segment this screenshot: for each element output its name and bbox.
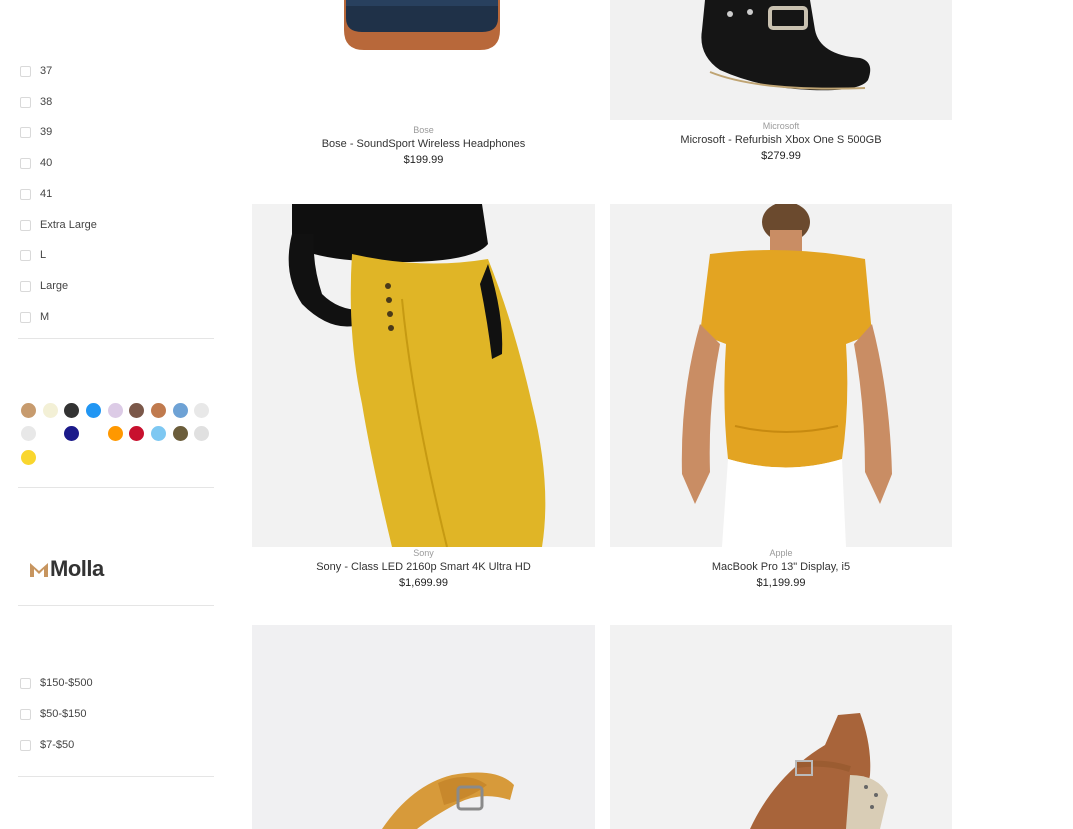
size-checkbox[interactable] bbox=[20, 65, 31, 77]
size-option[interactable]: 41 bbox=[20, 184, 52, 204]
color-swatch[interactable] bbox=[21, 426, 36, 441]
color-swatch[interactable] bbox=[64, 403, 79, 418]
size-checkbox[interactable] bbox=[20, 249, 31, 261]
brand-filter-logo[interactable]: Molla bbox=[30, 556, 104, 582]
size-option[interactable]: 40 bbox=[20, 153, 52, 173]
price-checkbox[interactable] bbox=[20, 677, 31, 689]
size-label: 38 bbox=[40, 96, 53, 108]
size-label: Extra Large bbox=[40, 219, 97, 231]
product-card[interactable]: Bose Bose - SoundSport Wireless Headphon… bbox=[252, 0, 595, 180]
divider bbox=[18, 338, 214, 339]
product-meta: Bose Bose - SoundSport Wireless Headphon… bbox=[252, 124, 595, 168]
size-checkbox[interactable] bbox=[20, 126, 31, 138]
color-swatch[interactable] bbox=[108, 403, 123, 418]
color-swatch[interactable] bbox=[43, 426, 58, 441]
size-option[interactable]: Large bbox=[20, 276, 68, 296]
color-swatch[interactable] bbox=[173, 403, 188, 418]
product-title[interactable]: MacBook Pro 13" Display, i5 bbox=[610, 559, 952, 575]
price-range-option[interactable]: $150-$500 bbox=[20, 673, 93, 693]
product-title[interactable]: Bose - SoundSport Wireless Headphones bbox=[252, 136, 595, 152]
divider bbox=[18, 487, 214, 488]
size-checkbox[interactable] bbox=[20, 157, 31, 169]
product-brand[interactable]: Bose bbox=[252, 124, 595, 136]
color-swatch[interactable] bbox=[108, 426, 123, 441]
product-image[interactable] bbox=[252, 204, 595, 547]
product-brand[interactable]: Microsoft bbox=[610, 120, 952, 132]
product-brand[interactable]: Apple bbox=[610, 547, 952, 559]
price-checkbox[interactable] bbox=[20, 739, 31, 751]
product-image[interactable] bbox=[252, 625, 595, 829]
product-meta: Microsoft Microsoft - Refurbish Xbox One… bbox=[610, 120, 952, 164]
size-option[interactable]: L bbox=[20, 245, 46, 265]
price-range-label: $50-$150 bbox=[40, 708, 87, 720]
size-checkbox[interactable] bbox=[20, 96, 31, 108]
product-card[interactable]: Sony Sony - Class LED 2160p Smart 4K Ult… bbox=[252, 204, 595, 604]
price-range-option[interactable]: $50-$150 bbox=[20, 704, 87, 724]
color-swatch[interactable] bbox=[43, 403, 58, 418]
size-label: 40 bbox=[40, 157, 53, 169]
product-price: $199.99 bbox=[403, 154, 444, 166]
color-swatch[interactable] bbox=[129, 403, 144, 418]
color-swatch[interactable] bbox=[64, 426, 79, 441]
molla-logo-icon bbox=[30, 563, 48, 577]
divider bbox=[18, 605, 214, 606]
product-image[interactable] bbox=[610, 625, 952, 829]
size-option[interactable]: 37 bbox=[20, 61, 52, 81]
product-image[interactable] bbox=[252, 0, 595, 120]
product-price: $1,699.99 bbox=[399, 577, 448, 589]
product-price: $279.99 bbox=[761, 150, 801, 162]
divider bbox=[18, 776, 214, 777]
color-swatch[interactable] bbox=[151, 426, 166, 441]
color-swatch[interactable] bbox=[173, 426, 188, 441]
price-range-label: $150-$500 bbox=[40, 677, 93, 689]
size-option[interactable]: 38 bbox=[20, 92, 52, 112]
product-title[interactable]: Microsoft - Refurbish Xbox One S 500GB bbox=[610, 132, 952, 148]
color-swatch[interactable] bbox=[194, 403, 209, 418]
color-swatch[interactable] bbox=[86, 426, 101, 441]
product-brand[interactable]: Sony bbox=[252, 547, 595, 559]
product-image[interactable] bbox=[610, 204, 952, 547]
filter-sidebar: 37 38 39 40 41 Extra Large L Large M Mol… bbox=[0, 0, 230, 829]
product-card[interactable]: Apple MacBook Pro 13" Display, i5 $1,199… bbox=[610, 204, 953, 604]
size-checkbox[interactable] bbox=[20, 311, 31, 323]
size-label: L bbox=[40, 249, 47, 261]
color-swatch[interactable] bbox=[86, 403, 101, 418]
size-option[interactable]: M bbox=[20, 307, 49, 327]
size-label: Large bbox=[40, 280, 69, 292]
size-filter-list: 37 38 39 40 41 Extra Large L Large M bbox=[18, 0, 214, 338]
size-label: M bbox=[40, 311, 50, 323]
brand-logo-text: Molla bbox=[50, 556, 104, 581]
color-swatch[interactable] bbox=[194, 426, 209, 441]
product-meta: Sony Sony - Class LED 2160p Smart 4K Ult… bbox=[252, 547, 595, 591]
product-meta: Apple MacBook Pro 13" Display, i5 $1,199… bbox=[610, 547, 952, 591]
price-checkbox[interactable] bbox=[20, 708, 31, 720]
size-checkbox[interactable] bbox=[20, 280, 31, 292]
size-label: 41 bbox=[40, 188, 53, 200]
price-range-option[interactable]: $7-$50 bbox=[20, 735, 74, 755]
product-card[interactable]: Microsoft Microsoft - Refurbish Xbox One… bbox=[610, 0, 953, 180]
color-swatch[interactable] bbox=[151, 403, 166, 418]
size-checkbox[interactable] bbox=[20, 188, 31, 200]
color-swatch[interactable] bbox=[21, 403, 36, 418]
color-swatch[interactable] bbox=[129, 426, 144, 441]
size-option[interactable]: Extra Large bbox=[20, 215, 97, 235]
size-label: 39 bbox=[40, 126, 53, 138]
size-checkbox[interactable] bbox=[20, 219, 31, 231]
product-title[interactable]: Sony - Class LED 2160p Smart 4K Ultra HD bbox=[252, 559, 595, 575]
product-card[interactable] bbox=[252, 625, 595, 829]
product-image[interactable] bbox=[610, 0, 952, 120]
size-option[interactable]: 39 bbox=[20, 122, 52, 142]
size-label: 37 bbox=[40, 65, 53, 77]
product-card[interactable] bbox=[610, 625, 953, 829]
color-swatch[interactable] bbox=[21, 450, 36, 465]
price-range-label: $7-$50 bbox=[40, 739, 75, 751]
product-price: $1,199.99 bbox=[756, 577, 806, 589]
